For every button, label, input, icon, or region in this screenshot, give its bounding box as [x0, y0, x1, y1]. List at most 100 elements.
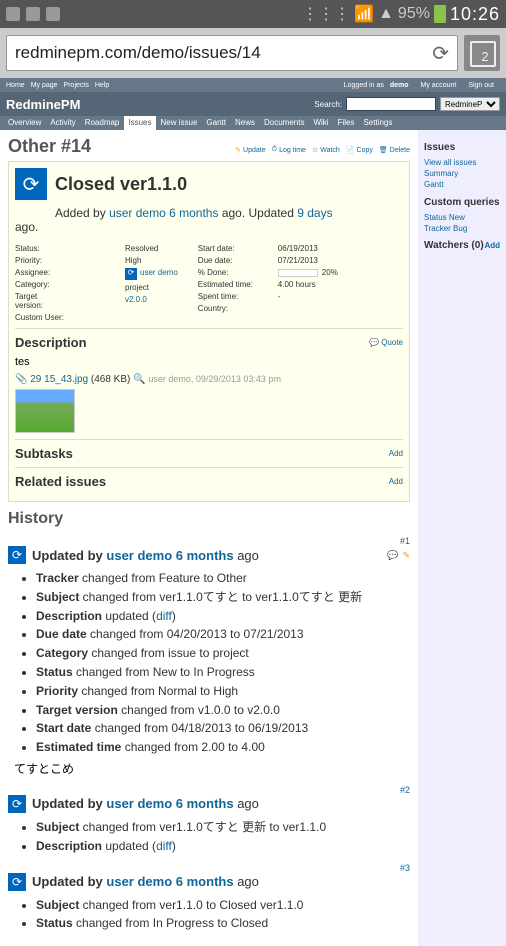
sb-queries-heading: Custom queries [424, 197, 500, 208]
history-author[interactable]: user demo [106, 796, 172, 811]
search-input[interactable] [346, 97, 436, 111]
history-entry: #2⟳Updated by user demo 6 months agoSubj… [8, 785, 410, 855]
tab-wiki[interactable]: Wiki [309, 116, 332, 130]
top-menu: Home My page Projects Help Logged in as … [0, 78, 506, 92]
tab-issues[interactable]: Issues [124, 116, 155, 130]
tabs-button[interactable]: 2 [464, 35, 500, 71]
history-change: Subject changed from ver1.1.0てすと 更新 to v… [36, 819, 410, 836]
issue-subject: Closed ver1.1.0 [55, 174, 187, 195]
history-change: Category changed from issue to project [36, 645, 410, 662]
issue-details: ⟳ Closed ver1.1.0 Added by user demo 6 m… [8, 161, 410, 502]
avatar: ⟳ [15, 168, 47, 200]
nav-account[interactable]: My account [421, 82, 457, 89]
copy-link[interactable]: 📄Copy [346, 146, 373, 154]
add-subtask-link[interactable]: Add [389, 449, 403, 458]
issue-attributes: Status: Priority: Assignee: Category: Ta… [15, 244, 403, 322]
history-time[interactable]: 6 months [176, 796, 234, 811]
sb-view-all[interactable]: View all issues [424, 157, 500, 168]
target-version-link[interactable]: v2.0.0 [125, 295, 147, 304]
nav-user[interactable]: demo [390, 82, 409, 89]
history-change: Target version changed from v1.0.0 to v2… [36, 702, 410, 719]
android-status-bar: ⋮⋮⋮ 📶 ▲ 95% 10:26 [0, 0, 506, 28]
issue-meta: Added by user demo 6 months ago. Updated… [55, 206, 403, 220]
avatar: ⟳ [8, 873, 26, 891]
nav-home[interactable]: Home [6, 82, 25, 89]
history-time[interactable]: 6 months [176, 548, 234, 563]
gallery-icon [6, 7, 20, 21]
history-change: Tracker changed from Feature to Other [36, 570, 410, 587]
tab-news[interactable]: News [231, 116, 259, 130]
history-num[interactable]: #1 [400, 536, 410, 546]
avatar: ⟳ [8, 546, 26, 564]
history-time[interactable]: 6 months [176, 874, 234, 889]
history-change: Subject changed from ver1.1.0 to Closed … [36, 897, 410, 914]
tab-documents[interactable]: Documents [260, 116, 308, 130]
attachment-thumbnail[interactable] [15, 389, 75, 433]
quote-link[interactable]: 💬 Quote [369, 338, 403, 347]
history-num[interactable]: #2 [400, 785, 410, 795]
sb-query-1[interactable]: Status New [424, 212, 500, 223]
issue-actions: ✎Update ⏱Log time ☆Watch 📄Copy 🗑Delete [235, 146, 410, 154]
tab-overview[interactable]: Overview [4, 116, 45, 130]
delete-link[interactable]: 🗑Delete [379, 146, 410, 154]
tab-settings[interactable]: Settings [359, 116, 396, 130]
description-body: tes [15, 356, 403, 368]
sb-summary[interactable]: Summary [424, 168, 500, 179]
history-change: Status changed from In Progress to Close… [36, 915, 410, 932]
main-content: Other #14 ✎Update ⏱Log time ☆Watch 📄Copy… [0, 130, 418, 946]
history-change: Priority changed from Normal to High [36, 683, 410, 700]
quote-icon[interactable]: 💬 [387, 550, 398, 561]
tab-new-issue[interactable]: New issue [157, 116, 202, 130]
sb-issues-heading: Issues [424, 142, 500, 153]
history-change: Description updated (diff) [36, 608, 410, 625]
play-icon [46, 7, 60, 21]
updated-time-link[interactable]: 9 days [297, 206, 332, 220]
nav-projects[interactable]: Projects [64, 82, 89, 89]
sb-gantt[interactable]: Gantt [424, 179, 500, 190]
created-time-link[interactable]: 6 months [169, 206, 218, 220]
browser-toolbar: ⟳ 2 [0, 28, 506, 78]
watch-link[interactable]: ☆Watch [312, 146, 340, 154]
app-title[interactable]: RedminePM [6, 97, 80, 112]
clock: 10:26 [450, 4, 500, 25]
diff-link[interactable]: diff [156, 839, 172, 853]
author-link[interactable]: user demo [109, 206, 166, 220]
history-author[interactable]: user demo [106, 548, 172, 563]
sb-add-watcher[interactable]: Add [484, 240, 500, 251]
sb-query-2[interactable]: Tracker Bug [424, 223, 500, 234]
edit-icon[interactable]: ✎ [402, 550, 410, 561]
history-change: Subject changed from ver1.1.0てすと to ver1… [36, 589, 410, 606]
avatar: ⟳ [8, 795, 26, 813]
search-label[interactable]: Search: [314, 100, 342, 109]
app-header: RedminePM Search: RedminePM [0, 92, 506, 116]
tab-activity[interactable]: Activity [46, 116, 79, 130]
log-time-link[interactable]: ⏱Log time [272, 146, 306, 154]
history-heading: History [8, 510, 410, 528]
diff-link[interactable]: diff [156, 609, 172, 623]
history-author[interactable]: user demo [106, 874, 172, 889]
nav-signout[interactable]: Sign out [468, 82, 494, 89]
nav-my-page[interactable]: My page [31, 82, 58, 89]
tab-roadmap[interactable]: Roadmap [81, 116, 124, 130]
description-heading: Description [15, 335, 87, 350]
subtasks-heading: Subtasks [15, 446, 73, 461]
project-tabs: OverviewActivityRoadmapIssuesNew issueGa… [0, 116, 506, 130]
tab-files[interactable]: Files [334, 116, 359, 130]
assignee-link[interactable]: user demo [140, 268, 178, 277]
nav-help[interactable]: Help [95, 82, 109, 89]
reload-icon[interactable]: ⟳ [432, 41, 449, 66]
history-change: Start date changed from 04/18/2013 to 06… [36, 720, 410, 737]
url-input[interactable] [15, 43, 432, 63]
attachment: 📎 29 15_43.jpg (468 KB) 🔍 user demo, 09/… [15, 374, 403, 385]
battery-pct: 95% [398, 5, 430, 23]
history-num[interactable]: #3 [400, 863, 410, 873]
url-bar[interactable]: ⟳ [6, 35, 458, 71]
tab-gantt[interactable]: Gantt [202, 116, 230, 130]
project-select[interactable]: RedminePM [440, 97, 500, 111]
update-link[interactable]: ✎Update [235, 146, 265, 154]
wifi-icon: 📶 [354, 4, 374, 24]
add-related-link[interactable]: Add [389, 477, 403, 486]
vibrate-icon: ⋮⋮⋮ [302, 4, 350, 24]
related-heading: Related issues [15, 474, 106, 489]
attachment-link[interactable]: 29 15_43.jpg [30, 374, 88, 385]
